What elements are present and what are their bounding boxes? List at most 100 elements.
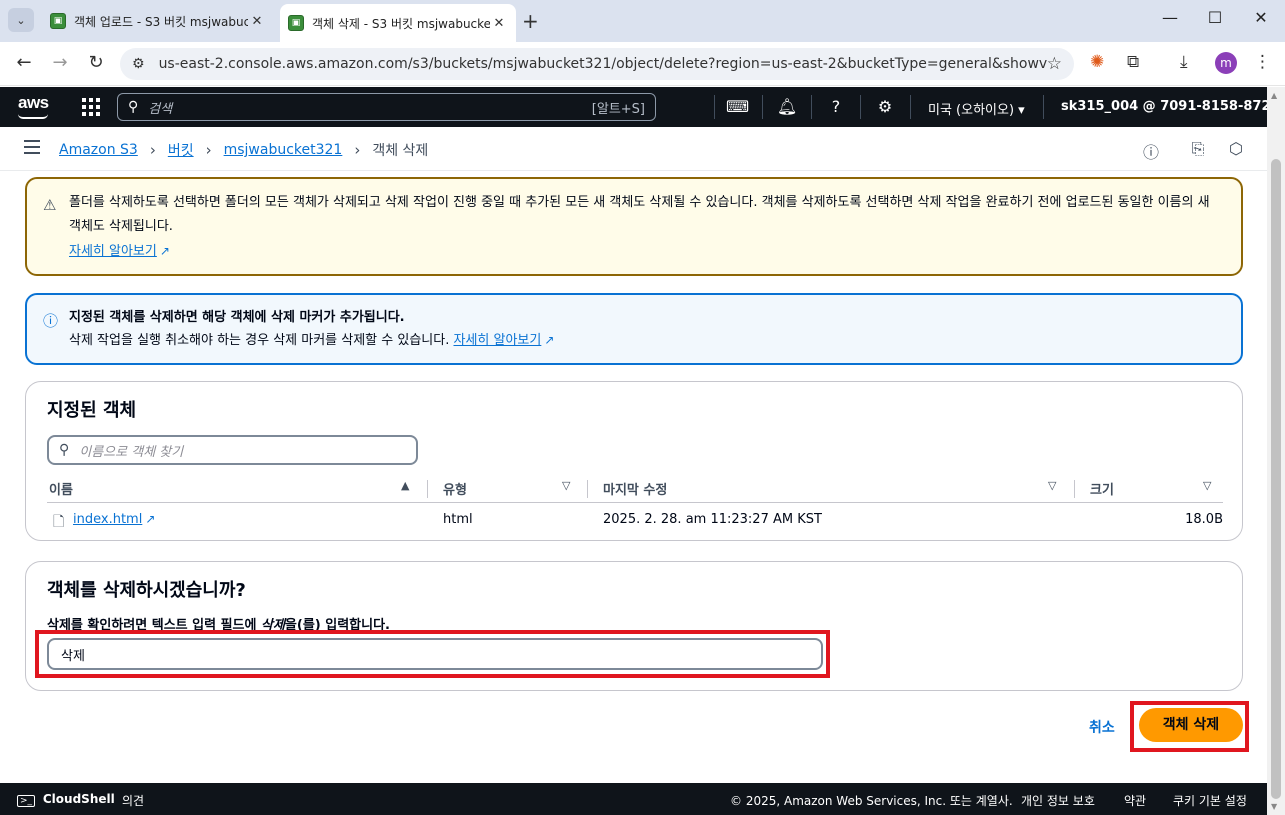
- browser-address-bar: ← → ↻ ⚙ us-east-2.console.aws.amazon.com…: [0, 42, 1285, 86]
- feedback-link[interactable]: 의견: [122, 792, 144, 809]
- breadcrumb-amazon-s3[interactable]: Amazon S3: [59, 142, 138, 158]
- account-menu[interactable]: sk315_004 @ 7091-8158-8723 ▾: [1061, 99, 1285, 114]
- column-divider: [1074, 480, 1075, 498]
- extension-icon[interactable]: ✺: [1090, 52, 1104, 72]
- back-arrow-icon[interactable]: ←: [12, 52, 36, 73]
- s3-favicon-icon: ▣: [288, 15, 304, 31]
- info-alert: ⓘ 지정된 객체를 삭제하면 해당 객체에 삭제 마커가 추가됩니다. 삭제 작…: [25, 293, 1243, 365]
- cloudshell-icon[interactable]: ⌨: [726, 97, 749, 116]
- panel-title: 객체를 삭제하시겠습니까?: [47, 580, 246, 601]
- help-icon[interactable]: ?: [825, 97, 847, 116]
- chevron-right-icon: ›: [149, 141, 156, 159]
- new-tab-plus-icon[interactable]: +: [522, 9, 539, 33]
- aws-logo[interactable]: aws: [18, 93, 49, 113]
- sort-icon[interactable]: ▽: [1048, 479, 1056, 492]
- download-icon[interactable]: ⤓: [1180, 52, 1188, 72]
- scrollbar-thumb[interactable]: [1271, 159, 1281, 799]
- divider: [1043, 95, 1044, 119]
- highlight-box-input: [35, 630, 830, 678]
- browser-menu-icon[interactable]: ⋮: [1254, 52, 1271, 72]
- page-scrollbar[interactable]: ▲ ▼: [1267, 87, 1285, 815]
- console-search-input[interactable]: ⚲ 검색 [알트+S]: [117, 93, 656, 121]
- reload-icon[interactable]: ↻: [84, 52, 108, 73]
- learn-more-link[interactable]: 자세히 알아보기: [453, 333, 541, 348]
- column-divider: [587, 480, 588, 498]
- sort-icon[interactable]: ▽: [1203, 479, 1211, 492]
- breadcrumb-bucket[interactable]: msjwabucket321: [224, 142, 343, 158]
- search-icon: ⚲: [128, 99, 139, 115]
- cloudshell-button[interactable]: >_ CloudShell: [17, 792, 115, 807]
- browser-tab-delete[interactable]: ▣ 객체 삭제 - S3 버킷 msjwabucket321 ✕: [280, 4, 516, 42]
- terms-link[interactable]: 약관: [1124, 792, 1146, 809]
- search-shortcut: [알트+S]: [591, 101, 645, 117]
- breadcrumb-bar: Amazon S3 › 버킷 › msjwabucket321 › 객체 삭제 …: [0, 127, 1267, 171]
- services-grid-icon[interactable]: [82, 98, 100, 116]
- s3-favicon-icon: ▣: [50, 13, 66, 29]
- extensions-puzzle-icon[interactable]: ⧉: [1127, 52, 1139, 72]
- specified-objects-panel: 지정된 객체 ⚲ 이름으로 객체 찾기 이름 ▲ 유형 ▽ 마지막 수정 ▽ 크…: [25, 381, 1243, 541]
- chevron-right-icon: ›: [354, 141, 361, 159]
- file-icon: 🗋: [53, 514, 65, 530]
- aws-top-nav: aws ⚲ 검색 [알트+S] ⌨ 🔔︎ ? ⚙ 미국 (오하이오) ▾ sk3…: [0, 87, 1285, 127]
- tab-search-button[interactable]: ⌄: [8, 8, 34, 32]
- table-header: 이름 ▲ 유형 ▽ 마지막 수정 ▽ 크기 ▽: [47, 477, 1223, 503]
- sort-ascending-icon[interactable]: ▲: [401, 479, 409, 492]
- forward-arrow-icon[interactable]: →: [48, 52, 72, 73]
- browser-tab-upload[interactable]: ▣ 객체 업로드 - S3 버킷 msjwabucket321 ✕: [42, 6, 274, 36]
- browser-tab-bar: ⌄ ▣ 객체 업로드 - S3 버킷 msjwabucket321 ✕ ▣ 객체…: [0, 0, 1285, 42]
- minimize-icon[interactable]: —: [1155, 8, 1185, 27]
- window-close-icon[interactable]: ✕: [1246, 8, 1276, 27]
- close-tab-icon[interactable]: ✕: [490, 16, 508, 31]
- hamburger-menu-icon[interactable]: [24, 140, 40, 154]
- scroll-up-arrow-icon[interactable]: ▲: [1271, 91, 1277, 100]
- filter-placeholder: 이름으로 객체 찾기: [79, 444, 184, 460]
- info-alert-text: 삭제 작업을 실행 취소해야 하는 경우 삭제 마커를 삭제할 수 있습니다.: [69, 333, 450, 348]
- site-settings-icon[interactable]: ⚙: [132, 56, 145, 72]
- divider: [910, 95, 911, 119]
- cloudshell-label: CloudShell: [42, 792, 115, 806]
- region-selector[interactable]: 미국 (오하이오) ▾: [928, 99, 1025, 118]
- copyright-text: © 2025, Amazon Web Services, Inc. 또는 계열사…: [730, 794, 1013, 808]
- external-link-icon: ↗: [145, 512, 156, 526]
- object-filter-input[interactable]: ⚲ 이름으로 객체 찾기: [47, 435, 418, 465]
- aws-logo-smile-icon: [18, 114, 48, 119]
- url-omnibox[interactable]: ⚙ us-east-2.console.aws.amazon.com/s3/bu…: [120, 48, 1074, 80]
- column-header-type[interactable]: 유형: [443, 479, 467, 498]
- tools-panel-icon[interactable]: ⎘: [1188, 139, 1208, 159]
- panel-title: 지정된 객체: [47, 400, 137, 421]
- close-tab-icon[interactable]: ✕: [248, 14, 266, 29]
- privacy-link[interactable]: 개인 정보 보호: [1021, 792, 1095, 809]
- breadcrumb-current: 객체 삭제: [372, 143, 429, 159]
- cancel-button[interactable]: 취소: [1089, 717, 1115, 737]
- breadcrumb-buckets[interactable]: 버킷: [168, 140, 194, 160]
- warning-icon: ⚠: [43, 196, 57, 214]
- object-name-link[interactable]: index.html: [73, 512, 142, 527]
- table-row: 🗋 index.html ↗ html 2025. 2. 28. am 11:23…: [47, 508, 1223, 534]
- column-header-last-modified[interactable]: 마지막 수정: [603, 479, 667, 498]
- info-circle-icon: ⓘ: [43, 312, 59, 330]
- column-header-size[interactable]: 크기: [1090, 479, 1114, 498]
- column-divider: [427, 480, 428, 498]
- tab-title: 객체 삭제 - S3 버킷 msjwabucket321: [312, 16, 490, 31]
- cookie-preferences-link[interactable]: 쿠키 기본 설정: [1173, 792, 1247, 809]
- profile-avatar[interactable]: m: [1215, 52, 1237, 74]
- bookmark-star-icon[interactable]: ☆: [1047, 54, 1062, 74]
- settings-panel-icon[interactable]: ⬡: [1226, 139, 1246, 158]
- divider: [714, 95, 715, 119]
- object-last-modified: 2025. 2. 28. am 11:23:27 AM KST: [603, 512, 822, 527]
- warning-text: 폴더를 삭제하도록 선택하면 폴더의 모든 객체가 삭제되고 삭제 작업이 진행…: [69, 195, 1210, 234]
- maximize-icon[interactable]: ☐: [1200, 8, 1230, 27]
- divider: [762, 95, 763, 119]
- external-link-icon: ↗: [544, 333, 555, 347]
- url-text[interactable]: us-east-2.console.aws.amazon.com/s3/buck…: [159, 56, 1047, 72]
- notifications-bell-icon[interactable]: 🔔︎: [776, 97, 798, 116]
- settings-gear-icon[interactable]: ⚙: [874, 97, 896, 116]
- cloudshell-icon: >_: [17, 795, 36, 807]
- sort-icon[interactable]: ▽: [562, 479, 570, 492]
- highlight-box-button: [1130, 701, 1249, 752]
- column-header-name[interactable]: 이름: [49, 479, 73, 498]
- warning-alert: ⚠ 폴더를 삭제하도록 선택하면 폴더의 모든 객체가 삭제되고 삭제 작업이 …: [25, 177, 1243, 276]
- scroll-down-arrow-icon[interactable]: ▼: [1271, 802, 1277, 811]
- info-icon[interactable]: ⓘ: [1141, 139, 1161, 163]
- learn-more-link[interactable]: 자세히 알아보기: [69, 244, 157, 259]
